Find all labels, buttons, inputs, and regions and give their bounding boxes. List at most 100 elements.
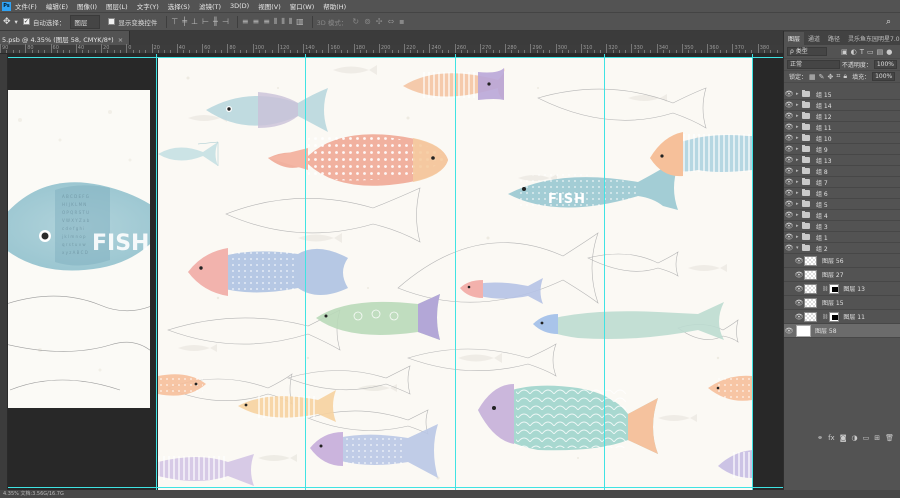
- layer-row[interactable]: 👁︎ ▸ 组 11: [784, 122, 900, 133]
- distribute-bottom-icon[interactable]: ≡: [263, 17, 270, 26]
- distribute-left-icon[interactable]: ⫴: [274, 17, 278, 27]
- type-filter-icon[interactable]: T: [860, 48, 864, 56]
- align-hcenter-icon[interactable]: ╫: [213, 17, 218, 26]
- menu-filter[interactable]: 滤镜(T): [199, 1, 221, 11]
- align-bottom-icon[interactable]: ⊥: [191, 17, 198, 26]
- image-filter-icon[interactable]: ▣: [841, 48, 848, 56]
- chain-link-icon[interactable]: ⛓︎: [822, 286, 828, 292]
- auto-select-dropdown[interactable]: 图层: [70, 14, 101, 29]
- scale-3d-icon[interactable]: ▪: [399, 17, 404, 26]
- guide-line[interactable]: [455, 54, 456, 490]
- roll-3d-icon[interactable]: ⊚: [364, 17, 371, 26]
- lock-all-icon[interactable]: 🔒︎: [843, 72, 847, 81]
- close-icon[interactable]: ×: [118, 36, 123, 44]
- guide-line[interactable]: [156, 54, 157, 490]
- guide-line[interactable]: [8, 57, 783, 58]
- layer-row[interactable]: 👁︎ ▸ 组 15: [784, 89, 900, 100]
- visibility-eye-icon[interactable]: 👁︎: [784, 200, 794, 208]
- guide-line[interactable]: [305, 54, 306, 490]
- visibility-eye-icon[interactable]: 👁︎: [784, 244, 794, 252]
- new-layer-icon[interactable]: ⊞: [874, 434, 880, 442]
- drag-3d-icon[interactable]: ✣: [376, 17, 383, 26]
- layer-row[interactable]: 👁︎ ▸ 组 7: [784, 177, 900, 188]
- visibility-eye-icon[interactable]: 👁︎: [784, 178, 794, 186]
- layer-row[interactable]: 👁︎ ▸ 组 3: [784, 221, 900, 232]
- chevron-down-icon[interactable]: ▾: [15, 18, 18, 26]
- visibility-eye-icon[interactable]: 👁︎: [784, 134, 794, 142]
- visibility-eye-icon[interactable]: 👁︎: [784, 101, 794, 109]
- adjustment-filter-icon[interactable]: ◐: [851, 48, 857, 56]
- visibility-eye-icon[interactable]: 👁︎: [794, 313, 804, 321]
- align-vcenter-icon[interactable]: ╪: [182, 17, 187, 26]
- lock-artboard-icon[interactable]: ⌗: [836, 72, 840, 81]
- search-icon[interactable]: ⌕: [886, 17, 891, 27]
- guide-line[interactable]: [604, 54, 605, 490]
- artboard-left[interactable]: A B C D E F G H I J K L M N O P Q R S T U…: [8, 90, 150, 408]
- blend-mode-dropdown[interactable]: 正常: [787, 60, 840, 69]
- tab-plugin[interactable]: 灵乐鱼东园明星7.0: [844, 32, 900, 45]
- layer-row[interactable]: 👁︎ 图层 15: [784, 296, 900, 310]
- visibility-eye-icon[interactable]: 👁︎: [784, 145, 794, 153]
- distribute-right-icon[interactable]: ⫴: [289, 17, 293, 27]
- folder-icon[interactable]: ▭: [863, 434, 870, 442]
- trash-icon[interactable]: 🗑︎: [885, 434, 894, 442]
- vertical-ruler[interactable]: [0, 54, 8, 490]
- visibility-eye-icon[interactable]: 👁︎: [784, 189, 794, 197]
- rotate-3d-icon[interactable]: ↻: [352, 17, 359, 26]
- visibility-eye-icon[interactable]: 👁︎: [794, 285, 804, 293]
- link-icon[interactable]: ⚭: [817, 434, 823, 442]
- move-tool-icon[interactable]: ✥: [3, 17, 11, 27]
- layer-row[interactable]: 👁︎ ▾ 组 2: [784, 243, 900, 254]
- layer-mask-thumbnail[interactable]: [829, 311, 840, 322]
- visibility-eye-icon[interactable]: 👁︎: [784, 233, 794, 241]
- layer-row[interactable]: 👁︎ ▸ 组 1: [784, 232, 900, 243]
- layer-row[interactable]: 👁︎ ⛓︎ 图层 13: [784, 282, 900, 296]
- fx-icon[interactable]: fx: [828, 434, 835, 442]
- menu-edit[interactable]: 编辑(E): [46, 1, 68, 11]
- lock-position-icon[interactable]: ✥: [828, 73, 834, 81]
- menu-window[interactable]: 窗口(W): [290, 1, 315, 11]
- chain-link-icon[interactable]: ⛓︎: [822, 314, 828, 320]
- visibility-eye-icon[interactable]: 👁︎: [794, 257, 804, 265]
- layer-row[interactable]: 👁︎ ▸ 组 8: [784, 166, 900, 177]
- shape-filter-icon[interactable]: ▭: [867, 48, 874, 56]
- menu-layer[interactable]: 图层(L): [106, 1, 128, 11]
- menu-view[interactable]: 视图(V): [258, 1, 281, 11]
- layer-row[interactable]: 👁︎ ▸ 组 13: [784, 155, 900, 166]
- layer-row[interactable]: 👁︎ 图层 58: [784, 324, 900, 338]
- visibility-eye-icon[interactable]: 👁︎: [784, 90, 794, 98]
- layer-list[interactable]: 👁︎ ▸ 组 15 👁︎ ▸ 组 14 👁︎ ▸ 组 12 👁︎ ▸ 组 11 👁︎ ▸ 组 10 👁︎ ▸ 组 …: [784, 89, 900, 409]
- align-right-icon[interactable]: ⊣: [222, 17, 229, 26]
- tab-paths[interactable]: 路径: [824, 32, 844, 45]
- visibility-eye-icon[interactable]: 👁︎: [784, 123, 794, 131]
- distribute-hcenter-icon[interactable]: ⫴: [281, 17, 285, 27]
- visibility-eye-icon[interactable]: 👁︎: [784, 112, 794, 120]
- align-left-icon[interactable]: ⊢: [202, 17, 209, 26]
- layer-row[interactable]: 👁︎ 图层 27: [784, 268, 900, 282]
- horizontal-ruler[interactable]: 90 80 60 40 20 0 20 40 60 80 100 120 140 160 180 200 220…: [0, 44, 783, 54]
- adjustment-icon[interactable]: ◑: [852, 434, 858, 442]
- layer-row[interactable]: 👁︎ ▸ 组 14: [784, 100, 900, 111]
- distribute-top-icon[interactable]: ≡: [242, 17, 249, 26]
- visibility-eye-icon[interactable]: 👁︎: [784, 167, 794, 175]
- visibility-eye-icon[interactable]: 👁︎: [784, 222, 794, 230]
- layer-row[interactable]: 👁︎ ▸ 组 4: [784, 210, 900, 221]
- show-transform-checkbox[interactable]: [108, 18, 116, 25]
- mask-icon[interactable]: ◙: [840, 434, 847, 442]
- slide-3d-icon[interactable]: ⇔: [387, 17, 394, 26]
- visibility-eye-icon[interactable]: 👁︎: [794, 271, 804, 279]
- layer-filter-dropdown[interactable]: ρ 类型: [787, 47, 827, 56]
- menu-select[interactable]: 选择(S): [168, 1, 190, 11]
- menu-image[interactable]: 图像(I): [77, 1, 97, 11]
- document-tab[interactable]: 5.psb @ 4.35% (图层 58, CMYK/8*) ×: [0, 31, 131, 45]
- distribute-vcenter-icon[interactable]: ≡: [253, 17, 260, 26]
- opacity-input[interactable]: 100%: [873, 60, 897, 69]
- layer-row[interactable]: 👁︎ ▸ 组 6: [784, 188, 900, 199]
- layer-row[interactable]: 👁︎ ⛓︎ 图层 11: [784, 310, 900, 324]
- tab-channels[interactable]: 通道: [804, 32, 824, 45]
- menu-type[interactable]: 文字(Y): [137, 1, 159, 11]
- layer-mask-thumbnail[interactable]: [829, 283, 840, 294]
- filter-toggle-icon[interactable]: ●: [886, 48, 892, 56]
- visibility-eye-icon[interactable]: 👁︎: [784, 156, 794, 164]
- menu-3d[interactable]: 3D(D): [230, 2, 249, 10]
